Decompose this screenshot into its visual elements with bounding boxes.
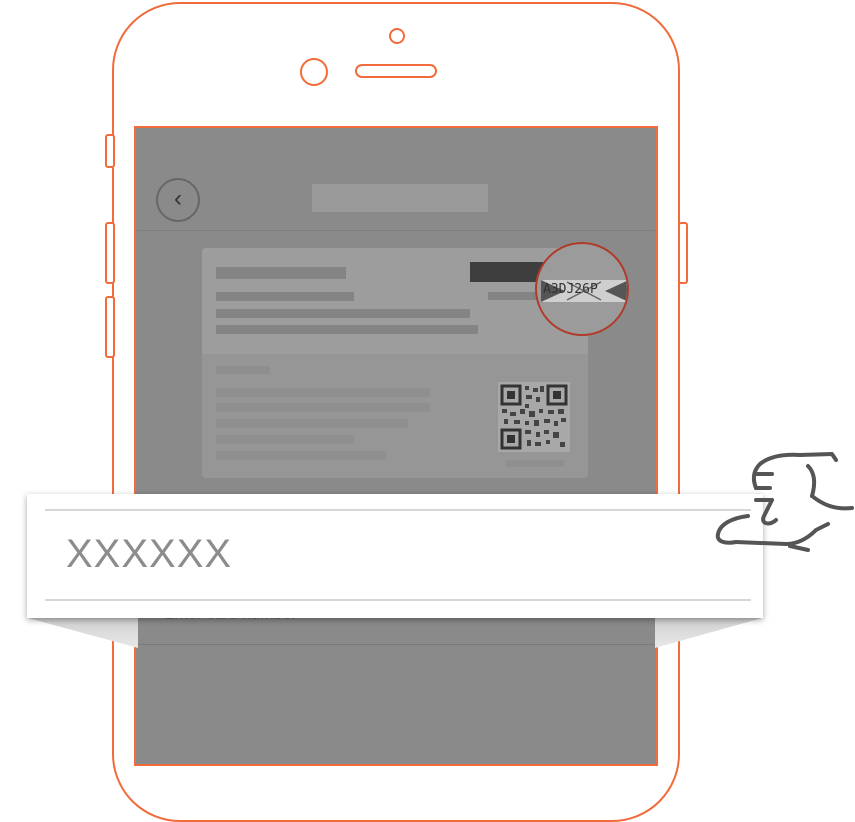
qr-code-icon [498, 382, 570, 452]
back-glyph: ‹ [174, 185, 182, 212]
input-border-top [45, 509, 751, 511]
strip-fold-right [655, 618, 762, 648]
phone-side-button [678, 222, 688, 284]
text-placeholder [216, 419, 408, 428]
strip-fold-left [28, 618, 138, 648]
input-border-bottom [45, 599, 751, 601]
phone-speaker [355, 64, 437, 78]
phone-side-button [105, 222, 115, 284]
text-placeholder [216, 366, 270, 374]
phone-side-button [105, 296, 115, 358]
page-title-placeholder [312, 184, 488, 212]
text-placeholder [216, 267, 346, 279]
magnifier-circle: A3DJ26P [535, 242, 629, 336]
text-placeholder [506, 460, 564, 467]
phone-camera [300, 58, 328, 86]
divider [137, 644, 655, 645]
card-number-input[interactable]: XXXXXX [66, 532, 232, 577]
text-placeholder [216, 292, 354, 301]
text-placeholder [216, 388, 430, 397]
text-placeholder [216, 451, 386, 460]
phone-sensor [389, 28, 405, 44]
chevron-left-icon[interactable]: ‹ [156, 178, 200, 222]
text-placeholder [216, 435, 354, 444]
text-placeholder [488, 292, 540, 300]
text-placeholder [216, 325, 478, 334]
text-placeholder [216, 403, 430, 412]
phone-side-button [105, 134, 115, 168]
text-placeholder [216, 309, 470, 318]
divider [137, 230, 655, 231]
magnified-code: A3DJ26P [543, 282, 598, 297]
pointing-hand-icon [712, 446, 855, 556]
